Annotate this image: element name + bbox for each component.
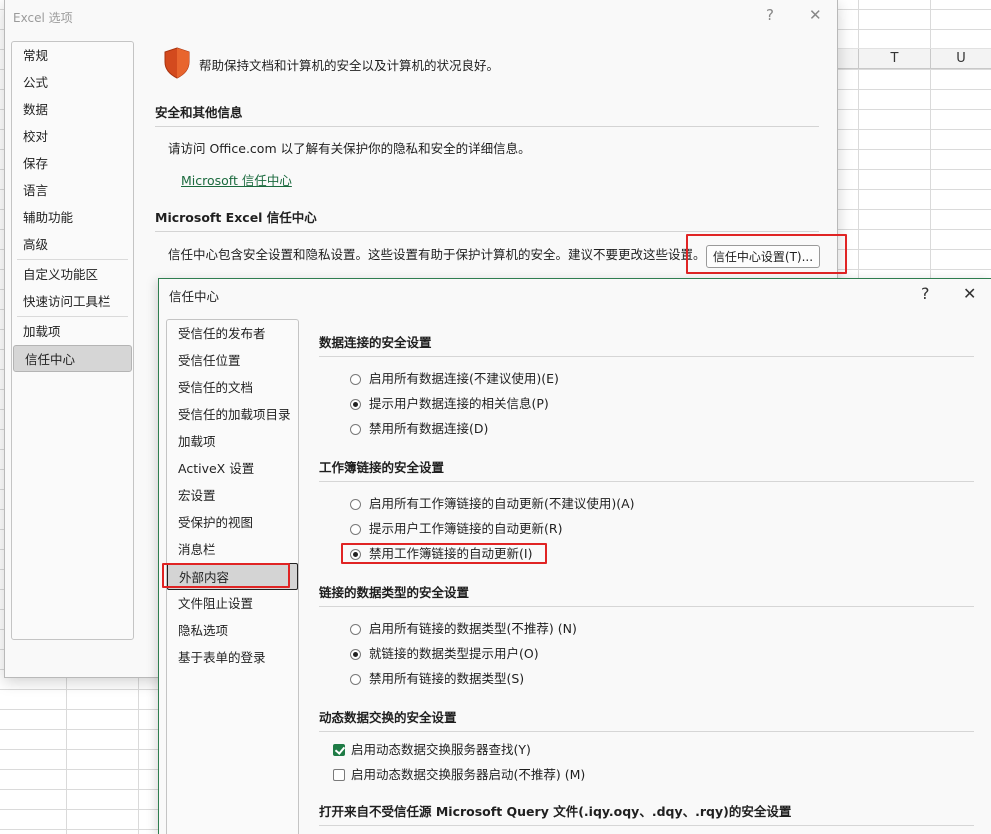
nav-item-accessibility[interactable]: 辅助功能 [12,204,133,231]
trust-center-title: 信任中心 [169,289,220,304]
nav-item-macro-settings[interactable]: 宏设置 [167,482,298,509]
checkbox-checked[interactable] [333,744,345,756]
radio-button-selected[interactable] [350,648,361,660]
options-close-icon[interactable]: ✕ [809,6,822,24]
group-rule [319,606,974,607]
group-title-query-files: 打开来自不受信任源 Microsoft Query 文件(.iqy.oqy、.d… [319,804,792,819]
radio-enable-workbook-link-updates[interactable]: 启用所有工作簿链接的自动更新(不建议使用)(A) [350,495,635,513]
column-header-t[interactable]: T [858,49,930,69]
radio-label: 就链接的数据类型提示用户(O) [369,646,539,661]
radio-enable-all-data-connections[interactable]: 启用所有数据连接(不建议使用)(E) [350,370,559,388]
nav-item-message-bar[interactable]: 消息栏 [167,536,298,563]
options-help-icon[interactable]: ? [766,6,774,24]
radio-button[interactable] [350,673,361,685]
nav-item-privacy-options[interactable]: 隐私选项 [167,617,298,644]
group-title-workbook-links: 工作簿链接的安全设置 [319,460,445,475]
nav-item-trusted-locations[interactable]: 受信任位置 [167,347,298,374]
group-rule [319,356,974,357]
column-header-bar: T U [838,48,991,69]
radio-button[interactable] [350,423,361,435]
group-title-dde: 动态数据交换的安全设置 [319,710,457,725]
options-nav: 常规 公式 数据 校对 保存 语言 辅助功能 高级 自定义功能区 快速访问工具栏… [11,41,134,640]
section-title-excel-trust-center: Microsoft Excel 信任中心 [155,210,317,225]
nav-item-general[interactable]: 常规 [12,42,133,69]
radio-disable-workbook-link-updates[interactable]: 禁用工作簿链接的自动更新(I) [350,545,532,563]
radio-prompt-linked-data-types[interactable]: 就链接的数据类型提示用户(O) [350,645,539,663]
group-rule [319,481,974,482]
nav-item-protected-view[interactable]: 受保护的视图 [167,509,298,536]
radio-label: 提示用户数据连接的相关信息(P) [369,396,549,411]
checkbox-label: 启用动态数据交换服务器启动(不推荐) (M) [351,767,586,782]
nav-item-advanced[interactable]: 高级 [12,231,133,258]
nav-divider [17,259,128,260]
radio-button[interactable] [350,623,361,635]
trust-close-icon[interactable]: ✕ [963,284,976,303]
shield-icon [164,47,190,79]
radio-prompt-workbook-link-updates[interactable]: 提示用户工作簿链接的自动更新(R) [350,520,562,538]
group-rule [319,731,974,732]
trust-center-description: 信任中心包含安全设置和隐私设置。这些设置有助于保护计算机的安全。建议不要更改这些… [168,247,706,262]
group-title-data-connections: 数据连接的安全设置 [319,335,432,350]
radio-prompt-data-connections[interactable]: 提示用户数据连接的相关信息(P) [350,395,549,413]
checkbox-label: 启用动态数据交换服务器查找(Y) [351,742,531,757]
section-rule [155,126,819,127]
checkbox-enable-dde-launch[interactable]: 启用动态数据交换服务器启动(不推荐) (M) [333,766,585,784]
nav-item-trusted-documents[interactable]: 受信任的文档 [167,374,298,401]
checkbox[interactable] [333,769,345,781]
radio-enable-linked-data-types[interactable]: 启用所有链接的数据类型(不推荐) (N) [350,620,577,638]
radio-button-selected[interactable] [350,398,361,410]
nav-item-addins[interactable]: 加载项 [12,318,133,345]
trust-center-settings-button[interactable]: 信任中心设置(T)... [706,245,820,268]
nav-item-save[interactable]: 保存 [12,150,133,177]
nav-item-proofing[interactable]: 校对 [12,123,133,150]
radio-label: 启用所有链接的数据类型(不推荐) (N) [369,621,577,636]
nav-item-data[interactable]: 数据 [12,96,133,123]
column-header-u[interactable]: U [930,49,991,69]
nav-item-trust-center[interactable]: 信任中心 [13,345,132,372]
radio-button[interactable] [350,523,361,535]
nav-item-form-based-signin[interactable]: 基于表单的登录 [167,644,298,671]
radio-disable-linked-data-types[interactable]: 禁用所有链接的数据类型(S) [350,670,524,688]
options-title: Excel 选项 [13,11,73,25]
microsoft-trust-center-link[interactable]: Microsoft 信任中心 [181,170,292,189]
security-info-text: 请访问 Office.com 以了解有关保护你的隐私和安全的详细信息。 [168,141,531,156]
nav-item-formulas[interactable]: 公式 [12,69,133,96]
radio-label: 禁用所有数据连接(D) [369,421,489,436]
section-rule [155,231,819,232]
group-title-linked-data-types: 链接的数据类型的安全设置 [319,585,470,600]
trust-help-icon[interactable]: ? [921,284,930,303]
section-title-security-info: 安全和其他信息 [155,105,243,120]
trust-center-nav: 受信任的发布者 受信任位置 受信任的文档 受信任的加载项目录 加载项 Activ… [166,319,299,834]
nav-item-trusted-publishers[interactable]: 受信任的发布者 [167,320,298,347]
nav-item-trusted-addin-catalogs[interactable]: 受信任的加载项目录 [167,401,298,428]
radio-disable-all-data-connections[interactable]: 禁用所有数据连接(D) [350,420,488,438]
nav-item-file-block-settings[interactable]: 文件阻止设置 [167,590,298,617]
radio-label: 启用所有数据连接(不建议使用)(E) [369,371,559,386]
trust-center-dialog: 信任中心 ? ✕ 受信任的发布者 受信任位置 受信任的文档 受信任的加载项目录 … [158,278,991,834]
nav-item-customize-ribbon[interactable]: 自定义功能区 [12,261,133,288]
radio-button-selected[interactable] [350,548,361,560]
nav-item-external-content[interactable]: 外部内容 [167,563,298,590]
checkbox-enable-dde-lookup[interactable]: 启用动态数据交换服务器查找(Y) [333,741,531,759]
options-intro: 帮助保持文档和计算机的安全以及计算机的状况良好。 [199,58,500,73]
group-rule [319,825,974,826]
radio-label: 提示用户工作簿链接的自动更新(R) [369,521,563,536]
radio-label: 启用所有工作簿链接的自动更新(不建议使用)(A) [369,496,635,511]
radio-button[interactable] [350,498,361,510]
nav-item-activex-settings[interactable]: ActiveX 设置 [167,455,298,482]
radio-label: 禁用工作簿链接的自动更新(I) [369,546,533,561]
nav-item-language[interactable]: 语言 [12,177,133,204]
radio-label: 禁用所有链接的数据类型(S) [369,671,525,686]
nav-item-quick-access-toolbar[interactable]: 快速访问工具栏 [12,288,133,315]
nav-item-addins[interactable]: 加载项 [167,428,298,455]
nav-divider [17,316,128,317]
radio-button[interactable] [350,373,361,385]
